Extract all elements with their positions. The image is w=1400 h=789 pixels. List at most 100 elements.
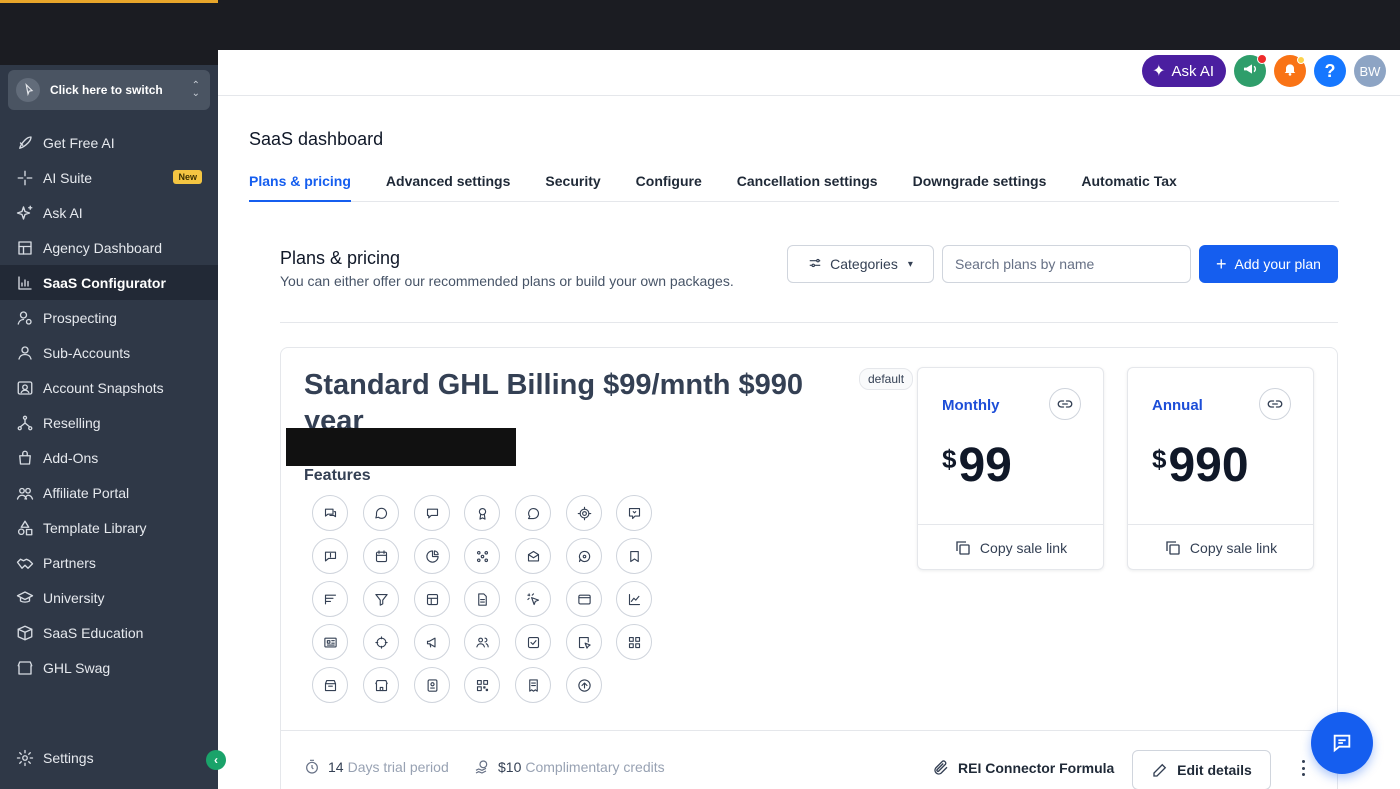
collapse-sidebar-button[interactable]: ‹ — [206, 750, 226, 770]
chevron-down-icon: ▾ — [907, 258, 913, 270]
sidebar-item-account-snapshots[interactable]: Account Snapshots — [0, 370, 218, 405]
trial-label: Days trial period — [347, 759, 449, 775]
avatar[interactable]: BW — [1354, 55, 1386, 87]
tab-automatic-tax[interactable]: Automatic Tax — [1081, 168, 1176, 202]
sidebar-item-label: Prospecting — [43, 309, 117, 326]
tab-configure[interactable]: Configure — [636, 168, 702, 202]
sidebar-item-label: Template Library — [43, 519, 147, 536]
sidebar-item-label: GHL Swag — [43, 659, 111, 676]
categories-dropdown[interactable]: Categories ▾ — [787, 245, 934, 283]
redacted-block — [286, 428, 516, 466]
top-header — [218, 0, 1400, 50]
timer-icon — [306, 759, 318, 774]
tab-plans-pricing[interactable]: Plans & pricing — [249, 168, 351, 202]
network-icon — [15, 413, 35, 433]
box-icon — [15, 623, 35, 643]
edit-details-button[interactable]: Edit details — [1132, 750, 1271, 789]
sidebar-item-label: Partners — [43, 554, 96, 571]
sidebar-item-saas-education[interactable]: SaaS Education — [0, 615, 218, 650]
email-icon — [515, 538, 551, 574]
store-bag-icon — [312, 667, 348, 703]
new-badge: New — [173, 170, 202, 184]
sidebar-item-ghl-swag[interactable]: GHL Swag — [0, 650, 218, 685]
sidebar-item-university[interactable]: University — [0, 580, 218, 615]
tab-advanced-settings[interactable]: Advanced settings — [386, 168, 510, 202]
link-icon — [1267, 400, 1283, 408]
switcher-label: Click here to switch — [50, 83, 163, 97]
chat-widget-button[interactable] — [1311, 712, 1373, 774]
shapes-icon — [15, 518, 35, 538]
sidebar-item-label: Get Free AI — [43, 134, 115, 151]
announcements-button[interactable] — [1234, 54, 1267, 87]
credits-amount: $10 — [498, 759, 522, 775]
gear-icon — [15, 748, 35, 768]
link-button[interactable] — [1049, 388, 1081, 420]
sparkles-icon — [15, 203, 35, 223]
sidebar-item-label: Account Snapshots — [43, 379, 164, 396]
sidebar-item-ai-suite[interactable]: AI Suite New — [0, 160, 218, 195]
sidebar-item-label: Agency Dashboard — [43, 239, 163, 256]
bag-icon — [15, 448, 35, 468]
pencil-icon — [1153, 763, 1167, 777]
invoice-icon — [515, 667, 551, 703]
credits-label: Complimentary credits — [525, 759, 665, 775]
sparkle-icon — [15, 168, 35, 188]
notifications-button[interactable] — [1274, 55, 1306, 87]
sidebar-item-add-ons[interactable]: Add-Ons — [0, 440, 218, 475]
qr-code-icon — [464, 667, 500, 703]
sidebar-item-sub-accounts[interactable]: Sub-Accounts — [0, 335, 218, 370]
task-check-icon — [515, 624, 551, 660]
sidebar-item-settings[interactable]: Settings — [0, 740, 218, 775]
sidebar-item-reselling[interactable]: Reselling — [0, 405, 218, 440]
sidebar-item-template-library[interactable]: Template Library — [0, 510, 218, 545]
sidebar-item-ask-ai[interactable]: Ask AI — [0, 195, 218, 230]
copy-sale-link-label: Copy sale link — [979, 539, 1068, 556]
divider — [280, 322, 1338, 323]
sidebar-item-agency-dashboard[interactable]: Agency Dashboard — [0, 230, 218, 265]
chat-bubble-icon — [363, 495, 399, 531]
plus-icon: + — [1216, 254, 1227, 274]
link-button[interactable] — [1259, 388, 1291, 420]
account-switcher[interactable]: Click here to switch ⌃ ⌄ — [8, 70, 210, 110]
add-plan-label: Add your plan — [1234, 256, 1321, 272]
sidebar-item-get-free-ai[interactable]: Get Free AI — [0, 125, 218, 160]
trial-days: 14 — [328, 759, 344, 775]
connector-label: REI Connector Formula — [958, 760, 1115, 776]
tab-cancellation-settings[interactable]: Cancellation settings — [737, 168, 878, 202]
reviews-icon — [414, 495, 450, 531]
avatar-initials: BW — [1359, 63, 1381, 79]
tab-security[interactable]: Security — [545, 168, 600, 202]
sidebar-item-label: Settings — [43, 749, 94, 766]
copy-sale-link-button[interactable]: Copy sale link — [918, 524, 1103, 570]
price-period: Annual — [1152, 397, 1203, 414]
target-icon — [566, 495, 602, 531]
page-title: SaaS dashboard — [249, 129, 384, 149]
calendar-icon — [363, 538, 399, 574]
currency-symbol: $ — [1152, 444, 1167, 474]
ask-ai-button[interactable]: ✦ Ask AI — [1142, 55, 1226, 87]
edit-cursor-icon — [566, 624, 602, 660]
complimentary-credits: $10 Complimentary credits — [474, 759, 665, 775]
tab-downgrade-settings[interactable]: Downgrade settings — [913, 168, 1047, 202]
integrations-icon — [464, 538, 500, 574]
help-button[interactable]: ? — [1314, 55, 1346, 87]
action-bar: ✦ Ask AI ? BW — [218, 50, 1400, 96]
workflow-icon — [363, 624, 399, 660]
cursor-click-icon — [515, 581, 551, 617]
price-value: 990 — [1168, 439, 1249, 492]
search-plans-input[interactable] — [942, 245, 1191, 283]
copy-sale-link-button[interactable]: Copy sale link — [1128, 524, 1313, 570]
kebab-dot — [1301, 773, 1305, 776]
sidebar-item-prospecting[interactable]: Prospecting — [0, 300, 218, 335]
sidebar-item-partners[interactable]: Partners — [0, 545, 218, 580]
connector-link[interactable]: REI Connector Formula — [932, 759, 1114, 777]
more-options-button[interactable] — [1295, 756, 1311, 780]
sidebar-item-saas-configurator[interactable]: SaaS Configurator — [0, 265, 218, 300]
layout-icon — [414, 581, 450, 617]
sidebar-item-affiliate-portal[interactable]: Affiliate Portal — [0, 475, 218, 510]
add-plan-button[interactable]: + Add your plan — [1199, 245, 1338, 283]
help-icon: ? — [1324, 60, 1336, 81]
user-search-icon — [15, 308, 35, 328]
pointer-icon — [16, 78, 40, 102]
bell-icon — [1282, 61, 1298, 81]
